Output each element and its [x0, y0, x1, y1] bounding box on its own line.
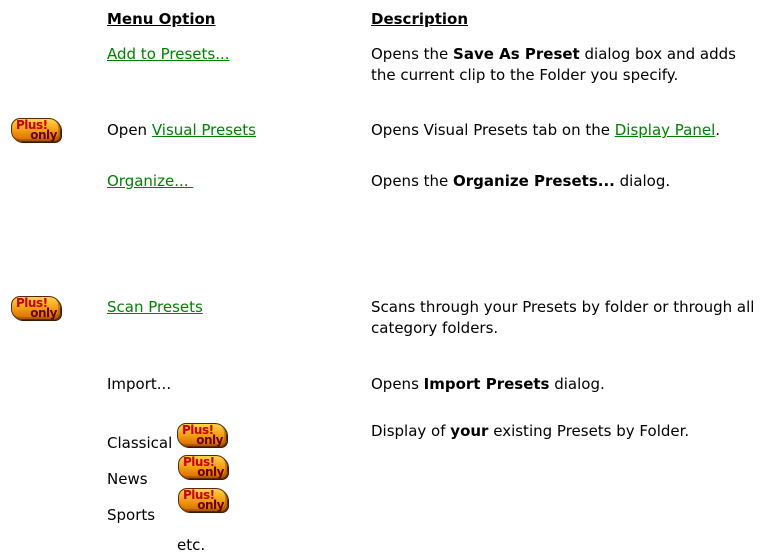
visual-presets-description: Opens Visual Presets tab on the Display … [371, 120, 761, 141]
scan-presets-link[interactable]: Scan Presets [107, 298, 203, 316]
import-desc-post: dialog. [549, 375, 605, 393]
badge-line2: only [30, 306, 57, 320]
open-visual-presets-option: Open Visual Presets [107, 120, 256, 141]
import-desc-pre: Opens [371, 375, 424, 393]
badge-line2: only [197, 465, 224, 479]
badge-line2: only [197, 498, 224, 512]
folders-desc-bold: your [450, 422, 489, 440]
visual-desc-pre: Opens Visual Presets tab on the [371, 121, 615, 139]
add-to-presets-description: Opens the Save As Preset dialog box and … [371, 44, 761, 86]
scan-presets-option: Scan Presets [107, 297, 203, 318]
import-description: Opens Import Presets dialog. [371, 374, 761, 395]
folder-item-news: News [107, 470, 148, 488]
folders-description: Display of your existing Presets by Fold… [371, 421, 761, 442]
organize-link[interactable]: Organize... [107, 172, 193, 190]
menu-option-header: Menu Option [107, 10, 216, 28]
badge-line2: only [196, 433, 223, 447]
add-to-presets-option: Add to Presets... [107, 44, 230, 65]
organize-desc-bold: Organize Presets... [453, 172, 615, 190]
plus-only-badge-icon: Plus! only [178, 455, 228, 479]
folders-desc-pre: Display of [371, 422, 451, 440]
folder-item-classical: Classical [107, 434, 173, 452]
scan-presets-description: Scans through your Presets by folder or … [371, 298, 755, 337]
visual-desc-post: . [715, 121, 721, 139]
plus-only-badge-icon: Plus! only [178, 488, 228, 512]
description-header: Description [371, 10, 469, 28]
open-text: Open [107, 121, 152, 139]
add-desc-pre: Opens the [371, 45, 454, 63]
folder-item-sports: Sports [107, 506, 156, 524]
organize-description: Opens the Organize Presets... dialog. [371, 171, 761, 192]
badge-line2: only [30, 128, 57, 142]
plus-only-badge-icon: Plus! only [177, 423, 227, 447]
display-panel-link[interactable]: Display Panel [615, 121, 716, 139]
folders-desc-post: existing Presets by Folder. [488, 422, 690, 440]
import-desc-bold: Import Presets [423, 375, 550, 393]
add-desc-bold: Save As Preset [453, 45, 580, 63]
plus-only-badge-icon: Plus! only [11, 118, 61, 142]
plus-only-badge-icon: Plus! only [11, 296, 61, 320]
organize-desc-post: dialog. [614, 172, 671, 190]
organize-option: Organize... [107, 171, 193, 192]
organize-desc-pre: Opens the [371, 172, 454, 190]
visual-presets-link[interactable]: Visual Presets [152, 121, 256, 139]
add-to-presets-link[interactable]: Add to Presets... [107, 45, 230, 63]
import-option: Import... [107, 375, 172, 393]
folder-item-etc: etc. [177, 536, 206, 554]
